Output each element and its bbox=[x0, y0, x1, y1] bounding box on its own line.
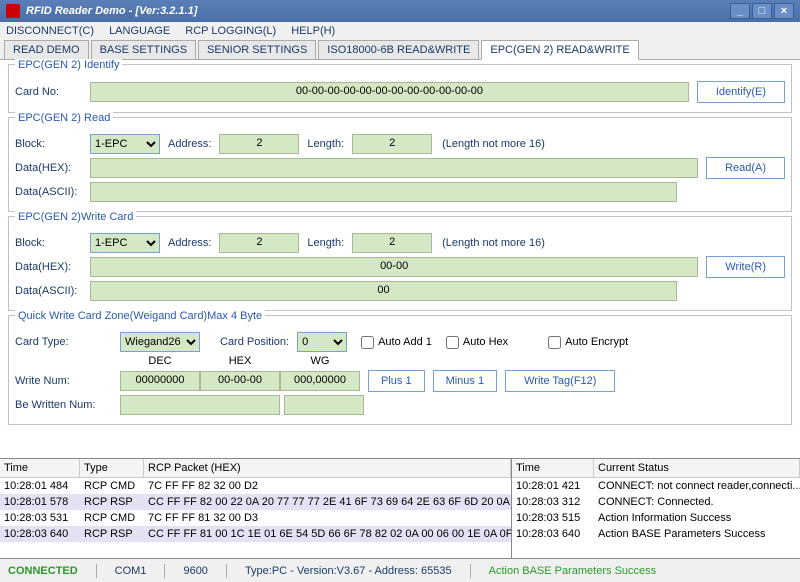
log-left[interactable]: Time Type RCP Packet (HEX) 10:28:01 484R… bbox=[0, 459, 512, 558]
address-field[interactable]: 2 bbox=[219, 134, 299, 154]
log-panel: Time Type RCP Packet (HEX) 10:28:01 484R… bbox=[0, 458, 800, 558]
length-label: Length: bbox=[307, 138, 344, 150]
group-identify: EPC(GEN 2) Identify Card No: 00-00-00-00… bbox=[8, 64, 792, 113]
tab-iso18000[interactable]: ISO18000-6B READ&WRITE bbox=[318, 40, 479, 59]
log-row[interactable]: 10:28:01 421CONNECT: not connect reader,… bbox=[512, 478, 800, 494]
log-row[interactable]: 10:28:03 640Action BASE Parameters Succe… bbox=[512, 526, 800, 542]
writenum-label: Write Num: bbox=[15, 375, 90, 387]
bewritten-field1[interactable] bbox=[120, 395, 280, 415]
log-row[interactable]: 10:28:03 515Action Information Success bbox=[512, 510, 800, 526]
data-ascii-field[interactable]: 00 bbox=[90, 281, 677, 301]
cardno-label: Card No: bbox=[15, 86, 90, 98]
col-time: Time bbox=[512, 459, 594, 477]
log-row[interactable]: 10:28:03 312CONNECT: Connected. bbox=[512, 494, 800, 510]
data-ascii-field[interactable] bbox=[90, 182, 677, 202]
block-label: Block: bbox=[15, 138, 90, 150]
bewritten-field2[interactable] bbox=[284, 395, 364, 415]
data-ascii-label: Data(ASCII): bbox=[15, 285, 90, 297]
data-hex-field[interactable] bbox=[90, 158, 698, 178]
data-ascii-label: Data(ASCII): bbox=[15, 186, 90, 198]
group-write: EPC(GEN 2)Write Card Block: 1-EPC Addres… bbox=[8, 216, 792, 311]
tab-read-demo[interactable]: READ DEMO bbox=[4, 40, 89, 59]
block-select[interactable]: 1-EPC bbox=[90, 233, 160, 253]
length-field[interactable]: 2 bbox=[352, 134, 432, 154]
length-note: (Length not more 16) bbox=[442, 237, 545, 249]
length-field[interactable]: 2 bbox=[352, 233, 432, 253]
group-title: EPC(GEN 2) Identify bbox=[15, 59, 122, 71]
log-row[interactable]: 10:28:03 640RCP RSPCC FF FF 81 00 1C 1E … bbox=[0, 526, 511, 542]
data-hex-label: Data(HEX): bbox=[15, 162, 90, 174]
log-row[interactable]: 10:28:03 531RCP CMD7C FF FF 81 32 00 D3 bbox=[0, 510, 511, 526]
menubar: DISCONNECT(C) LANGUAGE RCP LOGGING(L) HE… bbox=[0, 22, 800, 40]
tab-base-settings[interactable]: BASE SETTINGS bbox=[91, 40, 196, 59]
col-packet: RCP Packet (HEX) bbox=[144, 459, 511, 477]
bewritten-label: Be Written Num: bbox=[15, 399, 115, 411]
status-port: COM1 bbox=[115, 565, 147, 577]
cardpos-select[interactable]: 0 bbox=[297, 332, 347, 352]
group-quick-write: Quick Write Card Zone(Weigand Card)Max 4… bbox=[8, 315, 792, 425]
address-label: Address: bbox=[168, 138, 211, 150]
status-message: Action BASE Parameters Success bbox=[489, 565, 657, 577]
group-title: Quick Write Card Zone(Weigand Card)Max 4… bbox=[15, 310, 265, 322]
group-title: EPC(GEN 2)Write Card bbox=[15, 211, 136, 223]
cardpos-label: Card Position: bbox=[220, 336, 289, 348]
length-label: Length: bbox=[307, 237, 344, 249]
hex-header: HEX bbox=[200, 355, 280, 367]
autoenc-checkbox[interactable] bbox=[548, 336, 561, 349]
wg-field[interactable]: 000,00000 bbox=[280, 371, 360, 391]
status-connection: CONNECTED bbox=[8, 565, 78, 577]
menu-rcp-logging[interactable]: RCP LOGGING(L) bbox=[185, 25, 276, 37]
data-hex-field[interactable]: 00-00 bbox=[90, 257, 698, 277]
plus-button[interactable]: Plus 1 bbox=[368, 370, 425, 392]
window-title: RFID Reader Demo - [Ver:3.2.1.1] bbox=[26, 5, 197, 17]
statusbar: CONNECTED COM1 9600 Type:PC - Version:V3… bbox=[0, 558, 800, 582]
tab-senior-settings[interactable]: SENIOR SETTINGS bbox=[198, 40, 316, 59]
block-select[interactable]: 1-EPC bbox=[90, 134, 160, 154]
read-button[interactable]: Read(A) bbox=[706, 157, 785, 179]
autoadd-label: Auto Add 1 bbox=[378, 336, 432, 348]
close-button[interactable]: × bbox=[774, 3, 794, 19]
log-right[interactable]: Time Current Status 10:28:01 421CONNECT:… bbox=[512, 459, 800, 558]
maximize-button[interactable]: □ bbox=[752, 3, 772, 19]
address-field[interactable]: 2 bbox=[219, 233, 299, 253]
status-info: Type:PC - Version:V3.67 - Address: 65535 bbox=[245, 565, 452, 577]
col-status: Current Status bbox=[594, 459, 800, 477]
menu-disconnect[interactable]: DISCONNECT(C) bbox=[6, 25, 94, 37]
cardtype-select[interactable]: Wiegand26 bbox=[120, 332, 200, 352]
tab-epc-gen2[interactable]: EPC(GEN 2) READ&WRITE bbox=[481, 40, 638, 60]
minimize-button[interactable]: _ bbox=[730, 3, 750, 19]
col-type: Type bbox=[80, 459, 144, 477]
wg-header: WG bbox=[280, 355, 360, 367]
dec-field[interactable]: 00000000 bbox=[120, 371, 200, 391]
dec-header: DEC bbox=[120, 355, 200, 367]
identify-button[interactable]: Identify(E) bbox=[697, 81, 785, 103]
col-time: Time bbox=[0, 459, 80, 477]
menu-help[interactable]: HELP(H) bbox=[291, 25, 335, 37]
app-icon bbox=[6, 4, 20, 18]
minus-button[interactable]: Minus 1 bbox=[433, 370, 498, 392]
status-baud: 9600 bbox=[183, 565, 207, 577]
cardtype-label: Card Type: bbox=[15, 336, 90, 348]
autoadd-checkbox[interactable] bbox=[361, 336, 374, 349]
address-label: Address: bbox=[168, 237, 211, 249]
tabbar: READ DEMO BASE SETTINGS SENIOR SETTINGS … bbox=[0, 40, 800, 60]
write-button[interactable]: Write(R) bbox=[706, 256, 785, 278]
cardno-field[interactable]: 00-00-00-00-00-00-00-00-00-00-00-00 bbox=[90, 82, 689, 102]
menu-language[interactable]: LANGUAGE bbox=[109, 25, 170, 37]
block-label: Block: bbox=[15, 237, 90, 249]
titlebar: RFID Reader Demo - [Ver:3.2.1.1] _ □ × bbox=[0, 0, 800, 22]
log-row[interactable]: 10:28:01 578RCP RSPCC FF FF 82 00 22 0A … bbox=[0, 494, 511, 510]
group-read: EPC(GEN 2) Read Block: 1-EPC Address: 2 … bbox=[8, 117, 792, 212]
autohex-label: Auto Hex bbox=[463, 336, 508, 348]
autoenc-label: Auto Encrypt bbox=[565, 336, 628, 348]
autohex-checkbox[interactable] bbox=[446, 336, 459, 349]
log-row[interactable]: 10:28:01 484RCP CMD7C FF FF 82 32 00 D2 bbox=[0, 478, 511, 494]
writetag-button[interactable]: Write Tag(F12) bbox=[505, 370, 615, 392]
length-note: (Length not more 16) bbox=[442, 138, 545, 150]
content-panel: EPC(GEN 2) Identify Card No: 00-00-00-00… bbox=[0, 60, 800, 458]
hex-field[interactable]: 00-00-00 bbox=[200, 371, 280, 391]
data-hex-label: Data(HEX): bbox=[15, 261, 90, 273]
group-title: EPC(GEN 2) Read bbox=[15, 112, 113, 124]
